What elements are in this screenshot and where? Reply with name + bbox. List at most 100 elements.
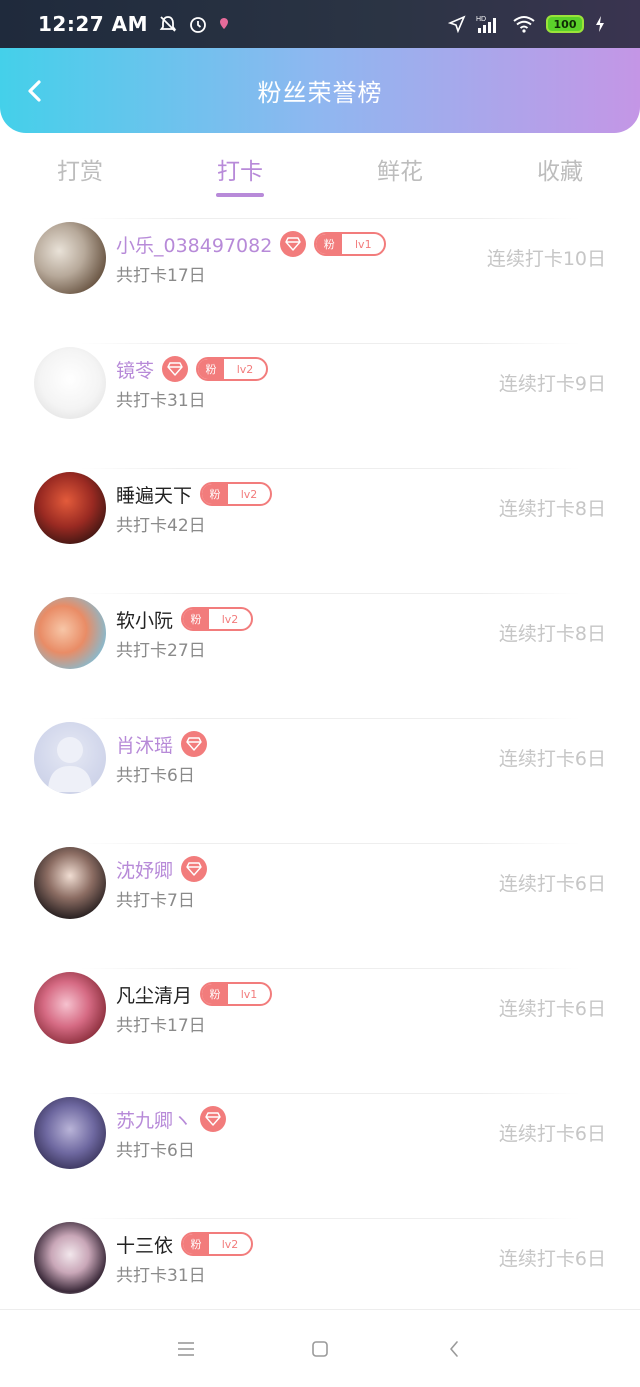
charging-icon bbox=[596, 16, 604, 32]
diamond-icon bbox=[186, 862, 202, 876]
avatar[interactable] bbox=[34, 347, 106, 419]
avatar[interactable] bbox=[34, 472, 106, 544]
fan-level-badge: 粉 lv2 bbox=[181, 1232, 254, 1256]
list-item[interactable]: 凡尘清月粉 lv1 共打卡17日 连续打卡6日 bbox=[0, 968, 640, 1093]
header: 粉丝荣誉榜 bbox=[0, 48, 640, 133]
location-dot-icon bbox=[220, 18, 229, 29]
streak-checkin: 连续打卡6日 bbox=[498, 873, 606, 895]
home-button[interactable] bbox=[308, 1337, 332, 1361]
streak-checkin: 连续打卡9日 bbox=[498, 373, 606, 395]
tab-1[interactable]: 打卡 bbox=[160, 140, 320, 200]
tab-2[interactable]: 鲜花 bbox=[320, 140, 480, 200]
fan-badge-label: 粉 bbox=[183, 609, 210, 629]
home-square-icon bbox=[312, 1340, 328, 1357]
diamond-badge bbox=[181, 856, 208, 882]
name-line: 睡遍天下粉 lv2 bbox=[116, 480, 273, 508]
list-item[interactable]: 苏九卿ヽ共打卡6日 连续打卡6日 bbox=[0, 1093, 640, 1218]
streak-checkin: 连续打卡6日 bbox=[498, 748, 606, 770]
total-checkin: 共打卡6日 bbox=[116, 1141, 195, 1161]
name-line: 软小阮粉 lv2 bbox=[116, 605, 254, 633]
fan-badge-label: 粉 bbox=[316, 234, 343, 254]
fan-level-badge: 粉 lv2 bbox=[181, 607, 254, 631]
avatar[interactable] bbox=[34, 1097, 106, 1169]
avatar[interactable] bbox=[34, 1222, 106, 1294]
list-item[interactable]: 沈妤卿 共打卡7日 连续打卡6日 bbox=[0, 843, 640, 968]
streak-checkin: 连续打卡6日 bbox=[498, 1123, 606, 1145]
avatar[interactable] bbox=[34, 972, 106, 1044]
chevron-left-icon bbox=[28, 80, 41, 102]
diamond-badge bbox=[162, 356, 189, 382]
streak-checkin: 连续打卡8日 bbox=[498, 498, 606, 520]
name-line: 凡尘清月粉 lv1 bbox=[116, 980, 273, 1008]
diamond-badge bbox=[280, 231, 307, 257]
total-checkin: 共打卡17日 bbox=[116, 1016, 206, 1036]
diamond-icon bbox=[205, 1112, 221, 1126]
avatar[interactable] bbox=[34, 722, 106, 794]
fan-level-badge: 粉 lv2 bbox=[196, 357, 269, 381]
user-info: 睡遍天下粉 lv2 共打卡42日 bbox=[116, 480, 273, 536]
user-name[interactable]: 软小阮 bbox=[116, 606, 173, 633]
total-checkin: 共打卡27日 bbox=[116, 641, 206, 661]
list-item[interactable]: 睡遍天下粉 lv2 共打卡42日 连续打卡8日 bbox=[0, 468, 640, 593]
battery-indicator: 100 bbox=[546, 15, 584, 33]
user-info: 凡尘清月粉 lv1 共打卡17日 bbox=[116, 980, 273, 1036]
streak-checkin: 连续打卡6日 bbox=[498, 1248, 606, 1270]
total-checkin: 共打卡31日 bbox=[116, 391, 206, 411]
user-name[interactable]: 十三依 bbox=[116, 1231, 173, 1258]
mute-icon bbox=[159, 16, 177, 32]
status-right-icons: HD 100 bbox=[448, 14, 606, 34]
name-line: 肖沐瑶 bbox=[116, 730, 208, 758]
avatar[interactable] bbox=[34, 222, 106, 294]
menu-icon bbox=[178, 1341, 194, 1356]
total-checkin: 共打卡6日 bbox=[116, 766, 195, 786]
navigation-icon bbox=[448, 15, 466, 33]
user-info: 小乐_038497082 粉 lv1 共打卡17日 bbox=[116, 230, 387, 286]
name-line: 镜苓 粉 lv2 bbox=[116, 355, 269, 383]
fan-level-badge: 粉 lv1 bbox=[314, 232, 387, 256]
user-name[interactable]: 肖沐瑶 bbox=[116, 731, 173, 758]
tab-0[interactable]: 打赏 bbox=[0, 140, 160, 200]
user-info: 苏九卿ヽ共打卡6日 bbox=[116, 1105, 227, 1161]
status-left-icons bbox=[158, 14, 230, 34]
list-item[interactable]: 小乐_038497082 粉 lv1 共打卡17日 连续打卡10日 bbox=[0, 218, 640, 343]
avatar[interactable] bbox=[34, 847, 106, 919]
user-name[interactable]: 苏九卿ヽ bbox=[116, 1106, 192, 1133]
fan-badge-label: 粉 bbox=[183, 1234, 210, 1254]
menu-button[interactable] bbox=[174, 1337, 198, 1361]
user-name[interactable]: 凡尘清月 bbox=[116, 981, 192, 1008]
system-nav-bar bbox=[0, 1309, 640, 1387]
streak-checkin: 连续打卡6日 bbox=[498, 998, 606, 1020]
alarm-icon bbox=[190, 17, 206, 33]
user-name[interactable]: 小乐_038497082 bbox=[116, 231, 272, 258]
tab-3[interactable]: 收藏 bbox=[480, 140, 640, 200]
avatar[interactable] bbox=[34, 597, 106, 669]
network-label: HD bbox=[476, 16, 486, 23]
fan-badge-label: 粉 bbox=[202, 484, 229, 504]
diamond-badge bbox=[181, 731, 208, 757]
user-name[interactable]: 镜苓 bbox=[116, 356, 154, 383]
list-item[interactable]: 肖沐瑶共打卡6日 连续打卡6日 bbox=[0, 718, 640, 843]
total-checkin: 共打卡17日 bbox=[116, 266, 206, 286]
user-name[interactable]: 睡遍天下 bbox=[116, 481, 192, 508]
user-info: 肖沐瑶共打卡6日 bbox=[116, 730, 208, 786]
wifi-icon bbox=[513, 16, 535, 33]
default-avatar-icon bbox=[48, 737, 92, 792]
diamond-icon bbox=[285, 237, 301, 251]
name-line: 十三依粉 lv2 bbox=[116, 1230, 254, 1258]
fan-badge-label: 粉 bbox=[198, 359, 225, 379]
list-item[interactable]: 软小阮粉 lv2 共打卡27日 连续打卡8日 bbox=[0, 593, 640, 718]
user-info: 软小阮粉 lv2 共打卡27日 bbox=[116, 605, 254, 661]
total-checkin: 共打卡31日 bbox=[116, 1266, 206, 1286]
tab-bar: 打赏 打卡 鲜花 收藏 bbox=[0, 140, 640, 200]
user-info: 十三依粉 lv2 共打卡31日 bbox=[116, 1230, 254, 1286]
fan-list: 小乐_038497082 粉 lv1 共打卡17日 连续打卡10日 镜苓粉 lv2 共打卡31… bbox=[0, 218, 640, 1343]
diamond-icon bbox=[186, 737, 202, 751]
user-name[interactable]: 沈妤卿 bbox=[116, 856, 173, 883]
back-button[interactable] bbox=[20, 76, 50, 106]
back-triangle-icon bbox=[450, 1340, 458, 1357]
fan-badge-level: lv2 bbox=[221, 612, 239, 626]
system-back-button[interactable] bbox=[442, 1337, 466, 1361]
user-info: 镜苓 粉 lv2 共打卡31日 bbox=[116, 355, 269, 411]
total-checkin: 共打卡42日 bbox=[116, 516, 206, 536]
list-item[interactable]: 镜苓 粉 lv2 共打卡31日 连续打卡9日 bbox=[0, 343, 640, 468]
